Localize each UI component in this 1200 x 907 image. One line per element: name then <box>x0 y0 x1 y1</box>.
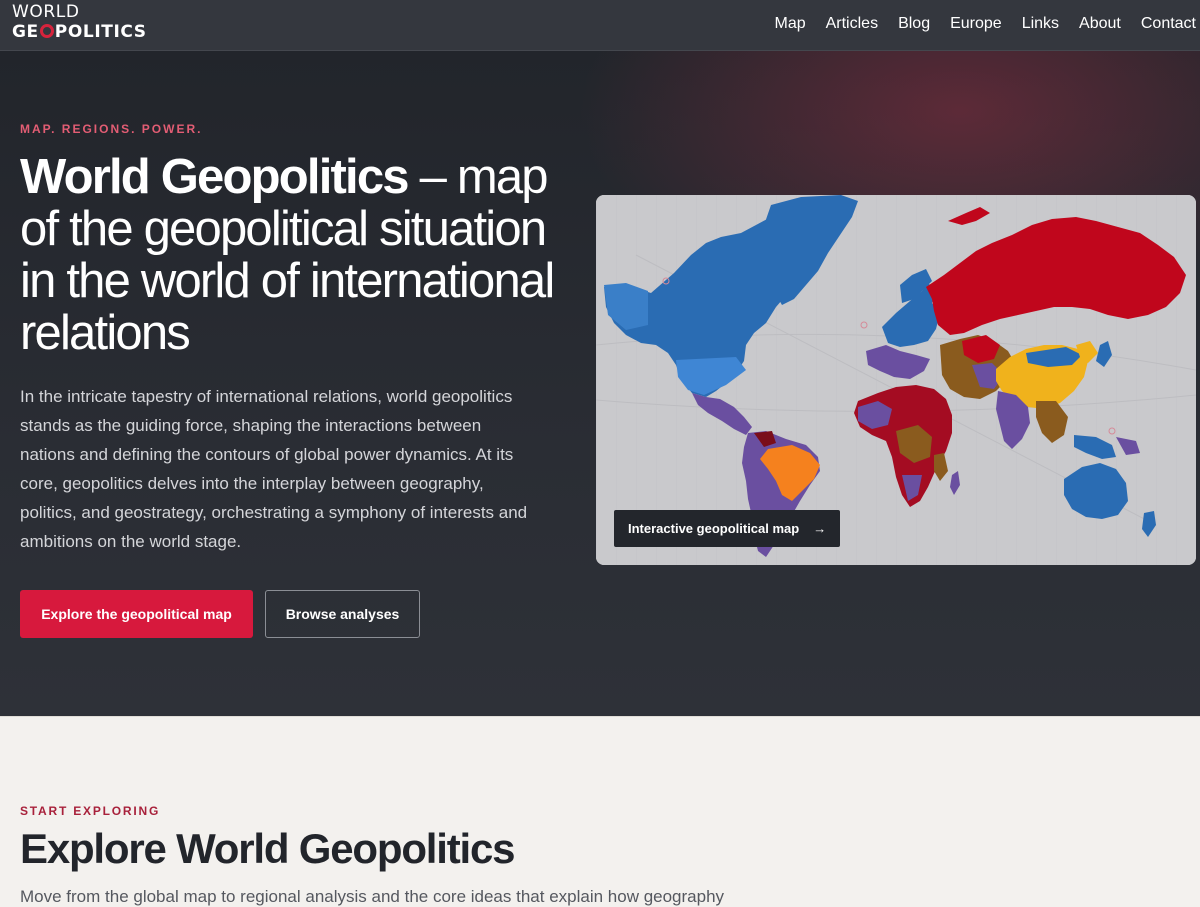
nav-item-articles[interactable]: Articles <box>826 15 878 33</box>
nav-item-blog[interactable]: Blog <box>898 15 930 33</box>
logo-text-bottom: GE POLITICS <box>12 22 147 42</box>
geopolitical-map-preview[interactable]: Interactive geopolitical map → <box>596 195 1196 565</box>
explore-kicker: START EXPLORING <box>20 804 161 818</box>
nav-item-links[interactable]: Links <box>1022 15 1059 33</box>
main-menu: Map Articles Blog Europe Links About Con… <box>774 15 1196 33</box>
logo-text-top: WORLD <box>12 2 80 22</box>
hero-title: World Geopolitics – map of the geopoliti… <box>20 150 555 360</box>
hero-kicker: MAP. REGIONS. POWER. <box>20 122 203 136</box>
nav-item-contact[interactable]: Contact <box>1141 15 1196 33</box>
browse-analyses-button[interactable]: Browse analyses <box>265 590 420 638</box>
explore-map-button[interactable]: Explore the geopolitical map <box>20 590 253 638</box>
logo-globe-icon <box>39 24 54 38</box>
hero-description: In the intricate tapestry of internation… <box>20 387 528 551</box>
nav-item-about[interactable]: About <box>1079 15 1121 33</box>
top-navigation: WORLD GE POLITICS Map Articles Blog Europ… <box>0 0 1200 51</box>
explore-intro-text: Move from the global map to regional ana… <box>20 887 725 906</box>
explore-title: Explore World Geopolitics <box>20 825 516 872</box>
site-logo[interactable]: WORLD GE POLITICS <box>12 4 147 41</box>
hero-section: MAP. REGIONS. POWER. World Geopolitics –… <box>0 51 1200 716</box>
nav-item-map[interactable]: Map <box>774 15 805 33</box>
nav-item-europe[interactable]: Europe <box>950 15 1002 33</box>
arrow-right-icon: → <box>813 521 827 536</box>
map-badge-label: Interactive geopolitical map <box>628 521 800 536</box>
explore-section: START EXPLORING Explore World Geopolitic… <box>0 716 1200 906</box>
interactive-map-badge[interactable]: Interactive geopolitical map → <box>614 510 841 547</box>
